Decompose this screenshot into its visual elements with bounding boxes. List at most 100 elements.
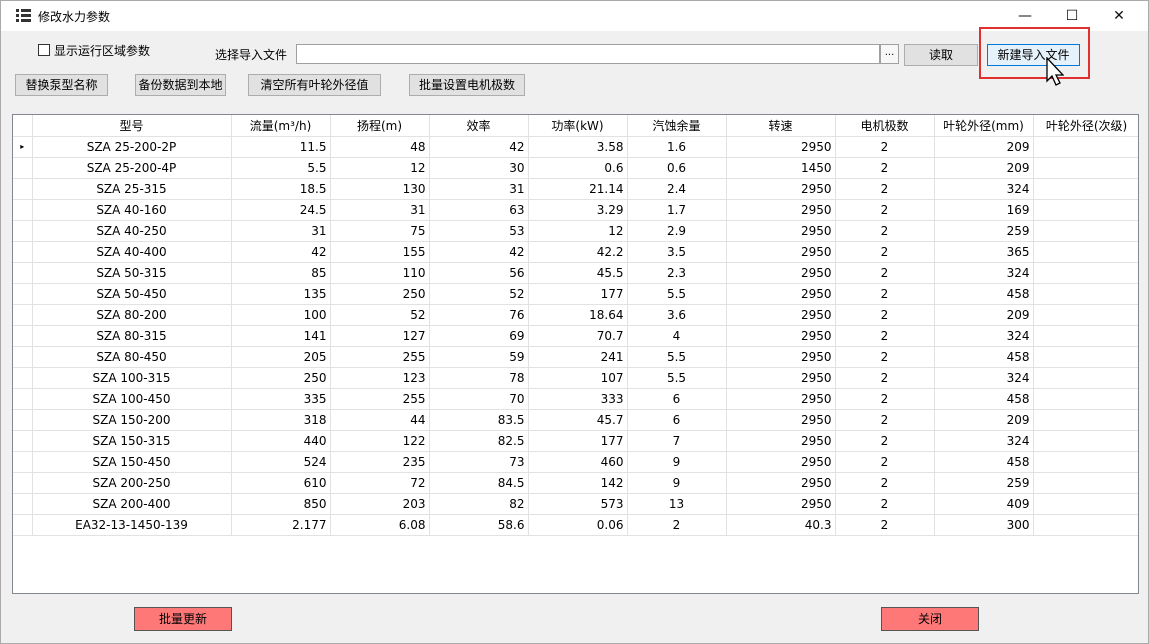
table-cell[interactable]: 122 [330, 430, 430, 452]
table-cell[interactable]: 3.5 [627, 241, 727, 263]
table-row[interactable]: SZA 200-250 610 72 84.5 142 9 2950 2 259 [13, 472, 1138, 494]
table-cell[interactable]: SZA 80-450 [32, 346, 232, 368]
table-cell[interactable] [1033, 430, 1138, 452]
table-cell[interactable]: 63 [429, 199, 529, 221]
table-row[interactable]: SZA 80-200 100 52 76 18.64 3.6 2950 2 209 [13, 304, 1138, 326]
table-cell[interactable]: 2950 [726, 262, 836, 284]
table-cell[interactable]: 70 [429, 388, 529, 410]
table-cell[interactable]: 324 [934, 430, 1034, 452]
table-cell[interactable]: 45.7 [528, 409, 628, 431]
table-cell[interactable]: 73 [429, 451, 529, 473]
table-cell[interactable]: 850 [231, 493, 331, 515]
table-cell[interactable]: 2 [835, 325, 935, 347]
table-cell[interactable]: 255 [330, 388, 430, 410]
clear-impeller-button[interactable]: 清空所有叶轮外径值 [248, 74, 381, 96]
table-cell[interactable]: 42 [231, 241, 331, 263]
table-cell[interactable]: 0.6 [528, 157, 628, 179]
table-cell[interactable] [1033, 451, 1138, 473]
table-cell[interactable]: SZA 40-160 [32, 199, 232, 221]
table-cell[interactable]: 2950 [726, 304, 836, 326]
row-header[interactable] [13, 472, 33, 494]
table-cell[interactable]: SZA 150-315 [32, 430, 232, 452]
table-cell[interactable] [1033, 367, 1138, 389]
table-cell[interactable]: 3.58 [528, 136, 628, 158]
table-cell[interactable]: 241 [528, 346, 628, 368]
table-cell[interactable]: 255 [330, 346, 430, 368]
table-cell[interactable]: 18.64 [528, 304, 628, 326]
table-cell[interactable]: 123 [330, 367, 430, 389]
table-cell[interactable]: 235 [330, 451, 430, 473]
table-row[interactable]: SZA 40-250 31 75 53 12 2.9 2950 2 259 [13, 220, 1138, 242]
table-cell[interactable]: 58.6 [429, 514, 529, 536]
col-header[interactable]: 叶轮外径(mm) [934, 115, 1034, 137]
table-cell[interactable]: 11.5 [231, 136, 331, 158]
table-cell[interactable]: 83.5 [429, 409, 529, 431]
table-cell[interactable]: 2 [835, 367, 935, 389]
col-header[interactable]: 转速 [726, 115, 836, 137]
table-cell[interactable]: 78 [429, 367, 529, 389]
table-cell[interactable]: 324 [934, 367, 1034, 389]
table-cell[interactable]: 324 [934, 262, 1034, 284]
table-cell[interactable]: 2950 [726, 346, 836, 368]
table-cell[interactable]: 209 [934, 409, 1034, 431]
replace-pump-name-button[interactable]: 替换泵型名称 [15, 74, 108, 96]
table-cell[interactable]: 2 [835, 409, 935, 431]
table-row[interactable]: SZA 25-315 18.5 130 31 21.14 2.4 2950 2 324 [13, 178, 1138, 200]
row-header[interactable] [13, 178, 33, 200]
data-grid[interactable]: 型号 流量(m³/h) 扬程(m) 效率 功率(kW) 汽蚀余量 转速 电机极数… [12, 114, 1139, 594]
table-row[interactable]: ▸ SZA 25-200-2P 11.5 48 42 3.58 1.6 2950 2 209 [13, 136, 1138, 158]
table-row[interactable]: SZA 40-160 24.5 31 63 3.29 1.7 2950 2 169 [13, 199, 1138, 221]
table-cell[interactable]: 2 [835, 472, 935, 494]
table-cell[interactable]: 53 [429, 220, 529, 242]
table-cell[interactable]: 2950 [726, 325, 836, 347]
table-cell[interactable] [1033, 514, 1138, 536]
table-cell[interactable]: 209 [934, 157, 1034, 179]
table-cell[interactable]: 2.4 [627, 178, 727, 200]
col-header[interactable]: 效率 [429, 115, 529, 137]
table-cell[interactable]: 440 [231, 430, 331, 452]
table-cell[interactable]: 203 [330, 493, 430, 515]
table-cell[interactable]: SZA 40-250 [32, 220, 232, 242]
table-cell[interactable]: SZA 50-450 [32, 283, 232, 305]
table-cell[interactable]: SZA 100-315 [32, 367, 232, 389]
table-cell[interactable] [1033, 199, 1138, 221]
table-cell[interactable]: 209 [934, 304, 1034, 326]
table-cell[interactable]: 2 [835, 304, 935, 326]
table-row[interactable]: SZA 40-400 42 155 42 42.2 3.5 2950 2 365 [13, 241, 1138, 263]
table-cell[interactable] [1033, 388, 1138, 410]
table-cell[interactable]: 2.9 [627, 220, 727, 242]
table-cell[interactable]: SZA 150-450 [32, 451, 232, 473]
row-header[interactable] [13, 367, 33, 389]
table-cell[interactable]: 7 [627, 430, 727, 452]
table-cell[interactable]: 2950 [726, 388, 836, 410]
table-cell[interactable]: 141 [231, 325, 331, 347]
table-cell[interactable] [1033, 220, 1138, 242]
close-button[interactable]: 关闭 [881, 607, 979, 631]
row-header[interactable] [13, 451, 33, 473]
table-cell[interactable]: 6 [627, 409, 727, 431]
row-header[interactable] [13, 493, 33, 515]
table-cell[interactable]: SZA 80-315 [32, 325, 232, 347]
table-cell[interactable]: 135 [231, 283, 331, 305]
table-cell[interactable]: 458 [934, 388, 1034, 410]
table-cell[interactable]: 2 [835, 262, 935, 284]
close-window-button[interactable]: ✕ [1096, 1, 1142, 31]
table-cell[interactable] [1033, 346, 1138, 368]
table-cell[interactable]: 250 [231, 367, 331, 389]
table-cell[interactable]: 177 [528, 283, 628, 305]
col-header[interactable]: 叶轮外径(次级) [1033, 115, 1138, 137]
table-cell[interactable]: 610 [231, 472, 331, 494]
table-cell[interactable]: 259 [934, 220, 1034, 242]
table-cell[interactable]: 2950 [726, 199, 836, 221]
table-cell[interactable]: 2 [835, 388, 935, 410]
table-cell[interactable]: 2.3 [627, 262, 727, 284]
table-cell[interactable] [1033, 325, 1138, 347]
table-cell[interactable] [1033, 241, 1138, 263]
col-header[interactable]: 扬程(m) [330, 115, 430, 137]
table-cell[interactable] [1033, 136, 1138, 158]
table-cell[interactable]: 2950 [726, 283, 836, 305]
table-cell[interactable]: 31 [330, 199, 430, 221]
table-cell[interactable]: 13 [627, 493, 727, 515]
table-cell[interactable]: 2 [835, 157, 935, 179]
row-header[interactable] [13, 430, 33, 452]
